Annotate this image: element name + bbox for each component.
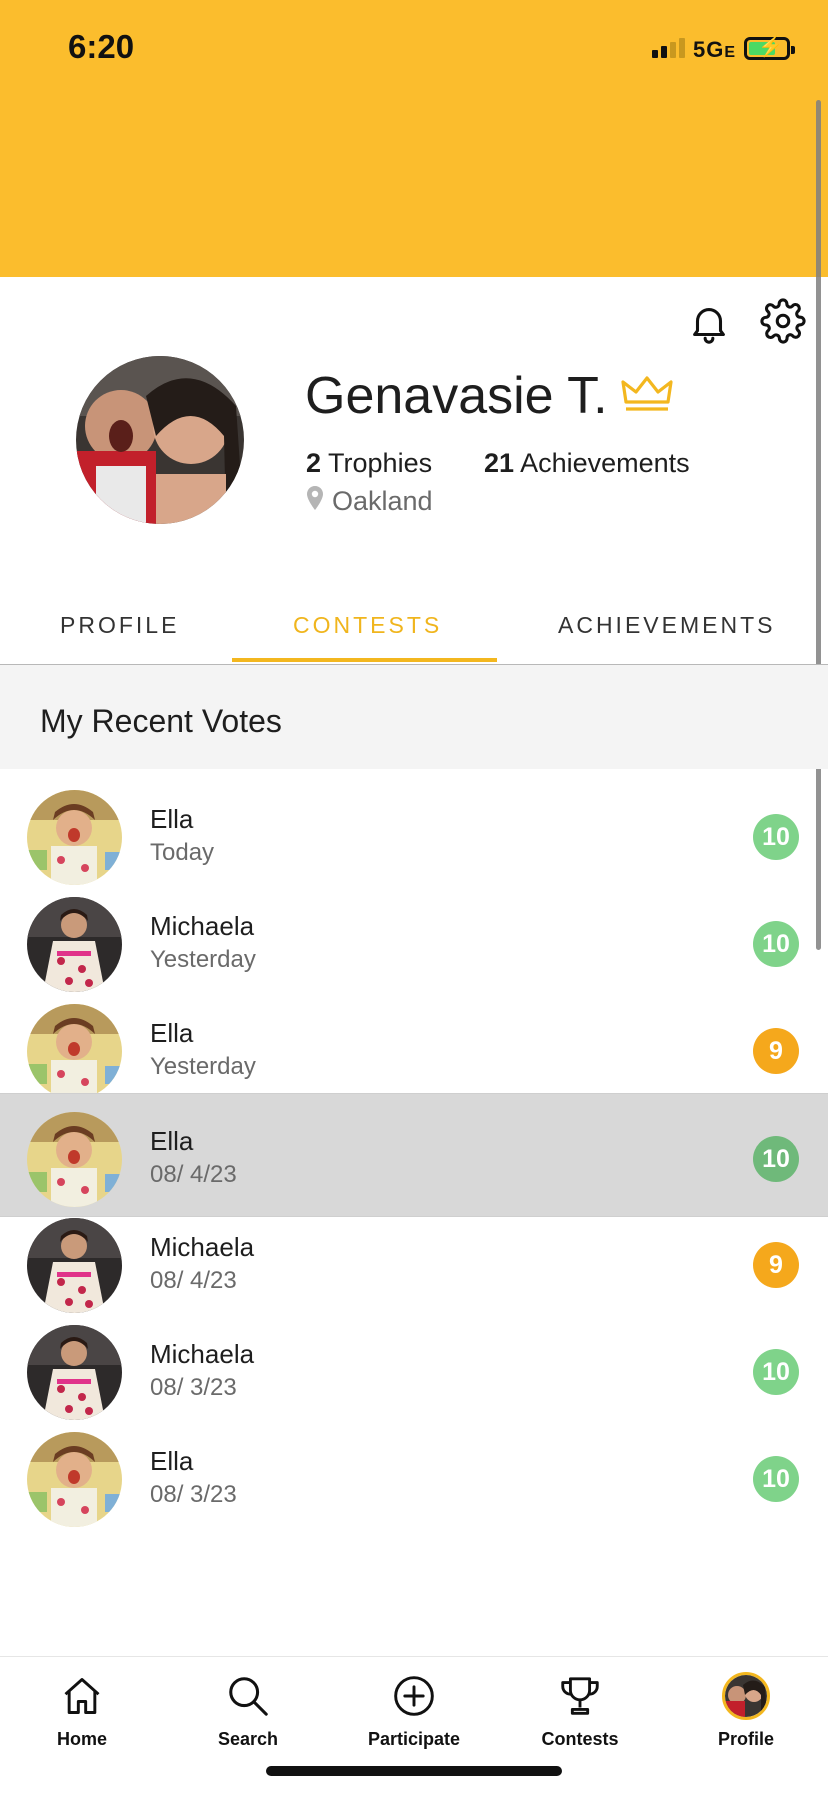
header-banner: 6:20 5GE ⚡ <box>0 0 828 277</box>
contestant-name: Ella <box>150 804 194 834</box>
vote-date: Today <box>150 839 215 866</box>
vote-score-badge: 10 <box>753 1136 799 1182</box>
vote-date: 08/ 4/23 <box>150 1267 237 1294</box>
nav-participate[interactable]: Participate <box>354 1671 474 1750</box>
tab-profile[interactable]: PROFILE <box>60 612 179 639</box>
home-icon <box>22 1671 142 1721</box>
contestant-photo <box>27 1325 122 1420</box>
tab-achievements[interactable]: ACHIEVEMENTS <box>558 612 775 639</box>
battery-icon: ⚡ <box>744 37 795 60</box>
nav-contests-label: Contests <box>541 1729 619 1749</box>
bell-icon[interactable] <box>686 300 732 351</box>
tab-contests[interactable]: CONTESTS <box>293 612 442 639</box>
crown-icon <box>620 374 674 419</box>
contestant-photo <box>27 897 122 992</box>
contestant-photo <box>27 1432 122 1527</box>
nav-home-label: Home <box>56 1729 107 1749</box>
vote-date: 08/ 3/23 <box>150 1481 237 1508</box>
achievements-stat: 21 Achievements <box>484 448 690 478</box>
trophies-stat: 2 Trophies <box>306 448 433 478</box>
location: Oakland <box>306 485 433 518</box>
vote-score-badge: 10 <box>753 814 799 860</box>
nav-home[interactable]: Home <box>22 1671 142 1750</box>
contestant-photo <box>27 1112 122 1207</box>
vote-row[interactable]: Ella Today 10 <box>0 772 828 894</box>
contestant-photo <box>27 1004 122 1099</box>
nav-participate-label: Participate <box>367 1729 461 1749</box>
contestant-name: Ella <box>150 1018 194 1048</box>
vote-score-badge: 10 <box>753 921 799 967</box>
vote-date: Yesterday <box>150 946 256 973</box>
contestant-name: Michaela <box>150 1339 255 1369</box>
contestant-name: Ella <box>150 1126 194 1156</box>
vote-date: 08/ 4/23 <box>150 1161 237 1188</box>
vote-row[interactable]: Ella 08/ 4/23 10 <box>0 1093 828 1217</box>
section-header: My Recent Votes <box>0 665 828 769</box>
vote-score-badge: 10 <box>753 1349 799 1395</box>
profile-avatar[interactable] <box>76 356 244 524</box>
contestant-name: Ella <box>150 1446 194 1476</box>
search-icon <box>188 1671 308 1721</box>
section-title: My Recent Votes <box>40 703 282 739</box>
vote-date: Yesterday <box>150 1053 256 1080</box>
network-label: 5GE <box>693 37 737 62</box>
gear-icon[interactable] <box>760 298 806 349</box>
vote-row[interactable]: Ella 08/ 3/23 10 <box>0 1414 828 1536</box>
nav-profile-label: Profile <box>717 1729 774 1749</box>
vote-row[interactable]: Michaela 08/ 3/23 10 <box>0 1307 828 1429</box>
vote-score-badge: 9 <box>753 1242 799 1288</box>
vote-row[interactable]: Michaela Yesterday 10 <box>0 879 828 1001</box>
contestant-photo <box>27 790 122 885</box>
vote-score-badge: 9 <box>753 1028 799 1074</box>
vote-row[interactable]: Ella Yesterday 9 <box>0 986 828 1108</box>
profile-tabs: PROFILE CONTESTS ACHIEVEMENTS <box>0 600 828 665</box>
contestant-name: Michaela <box>150 911 255 941</box>
nav-search[interactable]: Search <box>188 1671 308 1750</box>
status-time: 6:20 <box>68 28 135 65</box>
profile-name: Genavasie T. <box>305 367 608 425</box>
home-indicator <box>266 1766 562 1776</box>
signal-icon <box>652 38 685 58</box>
location-pin-icon <box>306 485 324 518</box>
nav-profile[interactable]: Profile <box>686 1671 806 1750</box>
active-tab-indicator <box>232 658 497 662</box>
vote-score-badge: 10 <box>753 1456 799 1502</box>
avatar <box>686 1671 806 1721</box>
vote-date: 08/ 3/23 <box>150 1374 237 1401</box>
contestant-photo <box>27 1218 122 1313</box>
vote-row[interactable]: Michaela 08/ 4/23 9 <box>0 1200 828 1322</box>
contestant-name: Michaela <box>150 1232 255 1262</box>
nav-search-label: Search <box>217 1729 279 1749</box>
plus-circle-icon <box>354 1671 474 1721</box>
trophy-icon <box>520 1671 640 1721</box>
nav-contests[interactable]: Contests <box>520 1671 640 1750</box>
